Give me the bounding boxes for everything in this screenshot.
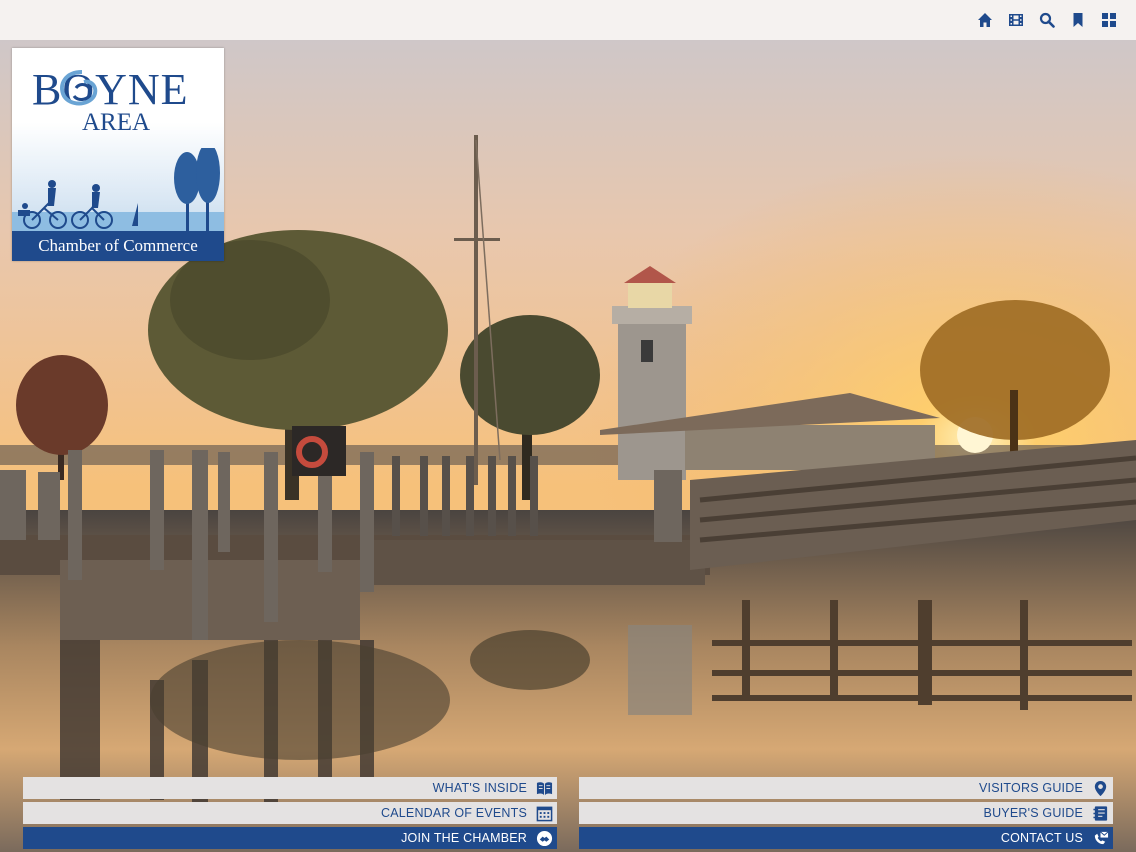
grid-icon[interactable] (1100, 11, 1118, 29)
address-book-icon (1091, 804, 1109, 822)
filmstrip-icon[interactable] (1007, 11, 1025, 29)
whats-inside-label: WHAT'S INSIDE (432, 781, 527, 795)
visitors-label: VISITORS GUIDE (979, 781, 1083, 795)
contact-label: CONTACT US (1000, 831, 1083, 845)
join-label: JOIN THE CHAMBER (401, 831, 527, 845)
swirl-icon (60, 70, 98, 106)
handshake-icon (535, 829, 553, 847)
home-icon[interactable] (976, 11, 994, 29)
map-pin-icon (1091, 779, 1109, 797)
buyers-label: BUYER'S GUIDE (983, 806, 1083, 820)
top-toolbar (0, 0, 1136, 40)
chamber-logo[interactable]: BOYNE AREA Chamber of Commerce (12, 48, 224, 261)
phone-mail-icon (1091, 829, 1109, 847)
visitors-guide-button[interactable]: VISITORS GUIDE (579, 777, 1113, 799)
search-icon[interactable] (1038, 11, 1056, 29)
whats-inside-button[interactable]: WHAT'S INSIDE (23, 777, 557, 799)
open-book-icon (535, 779, 553, 797)
calendar-label: CALENDAR OF EVENTS (381, 806, 527, 820)
logo-tagline: Chamber of Commerce (12, 231, 224, 261)
calendar-icon (535, 804, 553, 822)
bookmark-icon[interactable] (1069, 11, 1087, 29)
cyclists-illustration (12, 148, 224, 233)
calendar-of-events-button[interactable]: CALENDAR OF EVENTS (23, 802, 557, 824)
buyers-guide-button[interactable]: BUYER'S GUIDE (579, 802, 1113, 824)
join-the-chamber-button[interactable]: JOIN THE CHAMBER (23, 827, 557, 849)
toolbar-icons (976, 0, 1118, 40)
contact-us-button[interactable]: CONTACT US (579, 827, 1113, 849)
